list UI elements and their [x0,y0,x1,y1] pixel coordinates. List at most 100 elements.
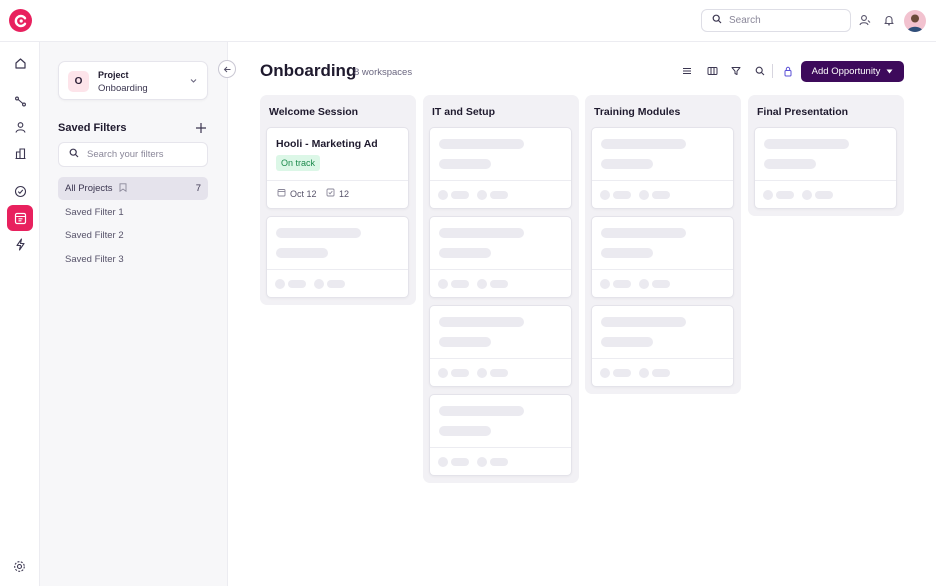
status-badge: On track [276,155,321,171]
avatar[interactable] [904,10,926,32]
column-title: Training Modules [594,106,681,118]
filter-search-input[interactable] [87,149,197,160]
skeleton-placeholder [439,317,524,327]
skeleton-placeholder [601,159,653,169]
filter-item-label: Saved Filter 1 [65,207,124,218]
skeleton-placeholder [600,190,610,200]
filter-search[interactable] [58,142,208,167]
skeleton-placeholder [490,369,508,377]
lightning-icon[interactable] [7,231,33,257]
skeleton-placeholder [276,248,328,258]
project-label: Project [98,70,129,80]
placeholder-card [429,216,572,298]
filter-item-saved-2[interactable]: Saved Filter 2 [58,224,208,247]
filter-item-label: Saved Filter 2 [65,230,124,241]
skeleton-placeholder [652,191,670,199]
check-circle-icon[interactable] [7,178,33,204]
logo-icon[interactable] [9,9,32,32]
project-selector[interactable]: O Project Onboarding [58,61,208,100]
toolbar-divider [772,64,773,78]
skeleton-placeholder [451,191,469,199]
project-initial: O [68,71,89,92]
skeleton-placeholder [601,228,686,238]
skeleton-placeholder [815,191,833,199]
skeleton-placeholder [439,228,524,238]
bell-icon[interactable] [882,13,896,27]
skeleton-placeholder [639,190,649,200]
list-view-icon[interactable] [681,65,693,77]
search-icon [69,148,79,161]
placeholder-card [591,127,734,209]
skeleton-placeholder [490,280,508,288]
skeleton-placeholder [439,139,524,149]
column-title: IT and Setup [432,106,495,118]
card-date-label: Oct 12 [290,188,317,199]
global-search-input[interactable] [729,15,839,26]
skeleton-placeholder [776,191,794,199]
skeleton-placeholder [639,279,649,289]
skeleton-placeholder [600,368,610,378]
placeholder-card [754,127,897,209]
search-icon[interactable] [754,65,766,77]
search-icon [712,14,722,27]
collapse-sidebar-button[interactable] [218,60,236,78]
filter-icon[interactable] [730,65,742,77]
skeleton-placeholder [477,190,487,200]
project-name: Onboarding [98,83,148,94]
board-view-icon[interactable] [706,65,718,77]
contacts-icon[interactable] [7,114,33,140]
board-column-welcome-session: Welcome Session Hooli - Marketing Ad On … [260,95,416,305]
calendar-icon [277,188,286,199]
skeleton-placeholder [652,369,670,377]
skeleton-placeholder [613,369,631,377]
card-divider [592,180,733,181]
skeleton-placeholder [451,369,469,377]
user-icon[interactable] [858,13,872,27]
caret-down-icon [886,66,893,77]
skeleton-placeholder [439,337,491,347]
skeleton-placeholder [439,406,524,416]
skeleton-placeholder [601,337,653,347]
card-divider [755,180,896,181]
skeleton-placeholder [439,248,491,258]
skeleton-placeholder [451,458,469,466]
top-bar [0,0,936,42]
card-divider [430,269,571,270]
card-divider [267,180,408,181]
opportunity-card[interactable]: Hooli - Marketing Ad On track Oct 12 12 [266,127,409,209]
card-title: Hooli - Marketing Ad [276,138,378,150]
buildings-icon[interactable] [7,140,33,166]
skeleton-placeholder [613,280,631,288]
filter-count: 7 [195,183,201,194]
settings-icon[interactable] [12,559,26,573]
card-tasks: 12 [326,188,349,199]
skeleton-placeholder [288,280,306,288]
placeholder-card [266,216,409,298]
board-column-training-modules: Training Modules [585,95,741,394]
chevron-down-icon [189,76,198,88]
skeleton-placeholder [613,191,631,199]
filter-item-all-projects[interactable]: All Projects 7 [58,177,208,200]
board-column-final-presentation: Final Presentation [748,95,904,216]
board-icon[interactable] [7,205,33,231]
add-opportunity-button[interactable]: Add Opportunity [801,61,904,82]
global-search[interactable] [701,9,851,32]
card-divider [430,358,571,359]
skeleton-placeholder [652,280,670,288]
card-divider [592,358,733,359]
workflow-icon[interactable] [7,88,33,114]
filter-item-saved-1[interactable]: Saved Filter 1 [58,201,208,224]
skeleton-placeholder [276,228,361,238]
column-title: Welcome Session [269,106,359,118]
skeleton-placeholder [763,190,773,200]
skeleton-placeholder [275,279,285,289]
home-icon[interactable] [7,50,33,76]
filter-item-saved-3[interactable]: Saved Filter 3 [58,248,208,271]
filter-item-label: All Projects [65,183,113,194]
add-filter-button[interactable] [194,121,208,135]
icon-rail [0,42,40,586]
board-column-it-and-setup: IT and Setup [423,95,579,483]
skeleton-placeholder [601,248,653,258]
lock-icon[interactable] [782,65,794,77]
card-date: Oct 12 [277,188,317,199]
